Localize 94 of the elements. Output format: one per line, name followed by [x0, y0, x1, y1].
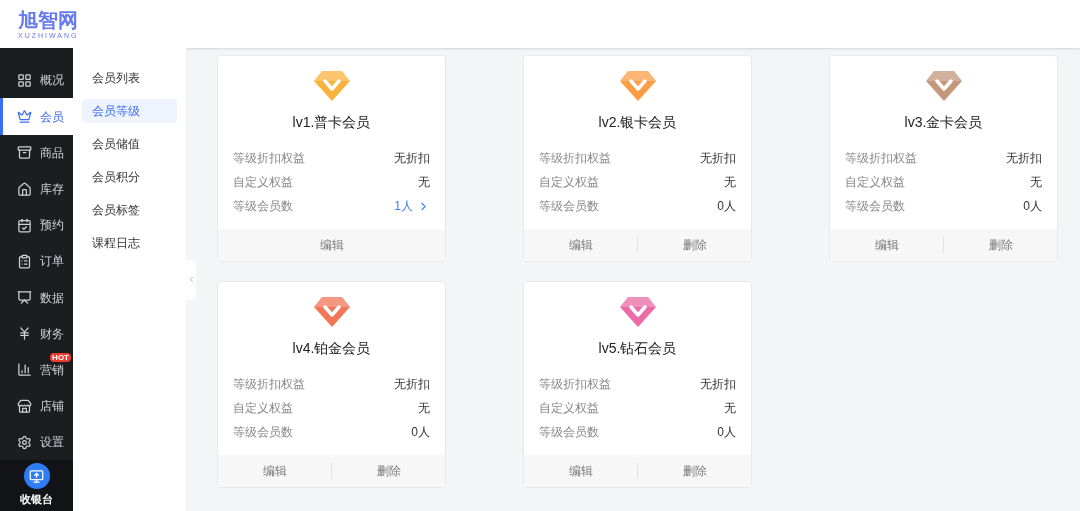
card-action-button[interactable]: 编辑 — [218, 229, 445, 261]
sidebar-label: 店铺 — [40, 398, 64, 416]
row-label: 等级会员数 — [845, 198, 905, 215]
card-action-button[interactable]: 删除 — [944, 229, 1057, 261]
row-label: 等级会员数 — [233, 424, 293, 441]
cashier-label: 收银台 — [20, 492, 53, 508]
member-count-link[interactable]: 1人 — [394, 197, 430, 215]
submenu-item[interactable]: 会员积分 — [82, 165, 177, 189]
sidebar-label: 财务 — [40, 325, 64, 343]
row-value: 0人 — [1023, 198, 1042, 215]
submenu-item[interactable]: 会员等级 — [82, 99, 177, 123]
calendar-icon — [17, 217, 32, 233]
house-icon — [17, 181, 32, 197]
row-label: 等级会员数 — [539, 198, 599, 215]
row-label: 等级会员数 — [233, 198, 293, 215]
submenu-item[interactable]: 会员列表 — [82, 66, 177, 90]
sidebar-item[interactable]: 设置 — [0, 424, 73, 461]
crown-icon — [17, 109, 32, 124]
clipboard-icon — [17, 253, 32, 269]
sidebar-label: 预约 — [40, 217, 64, 235]
submenu-item[interactable]: 会员储值 — [82, 132, 177, 156]
card-action-button[interactable]: 编辑 — [524, 229, 637, 261]
sidebar-label: 设置 — [40, 434, 64, 452]
row-label: 等级折扣权益 — [233, 150, 305, 167]
chart-icon — [17, 362, 32, 378]
row-label: 自定义权益 — [539, 174, 599, 191]
sidebar-item[interactable]: 数据 — [0, 279, 73, 316]
row-value: 无 — [418, 400, 430, 417]
card-action-button[interactable]: 编辑 — [830, 229, 943, 261]
row-label: 等级折扣权益 — [539, 150, 611, 167]
sidebar-item[interactable]: HOT 营销 — [0, 351, 73, 389]
gem-icon — [618, 70, 657, 102]
row-value: 无 — [418, 174, 430, 191]
row-value: 无 — [724, 174, 736, 191]
card-action-button[interactable]: 删除 — [638, 455, 751, 487]
sidebar-item[interactable]: 概况 — [0, 62, 73, 99]
row-label: 等级折扣权益 — [233, 376, 305, 393]
sidebar-label: 营销 — [40, 361, 64, 379]
sidebar-label: 库存 — [40, 181, 64, 199]
row-value: 无 — [724, 400, 736, 417]
sidebar-item[interactable]: 店铺 — [0, 388, 73, 425]
row-label: 自定义权益 — [845, 174, 905, 191]
level-title: lv4.铂金会员 — [292, 339, 371, 358]
row-value: 无折扣 — [700, 150, 736, 167]
gem-icon — [312, 70, 351, 102]
monitor-icon — [17, 290, 32, 306]
gem-icon — [618, 296, 657, 328]
row-value: 无折扣 — [700, 376, 736, 393]
store-icon — [17, 398, 32, 414]
sidebar-item[interactable]: 财务 — [0, 315, 73, 352]
level-title: lv1.普卡会员 — [292, 113, 371, 132]
sidebar-label: 概况 — [40, 72, 64, 90]
settings-icon — [17, 434, 32, 450]
sidebar-item[interactable]: 库存 — [0, 171, 73, 208]
row-value: 无折扣 — [1006, 150, 1042, 167]
sidebar-label: 商品 — [40, 144, 64, 162]
collapse-handle[interactable] — [186, 259, 196, 300]
hot-badge: HOT — [50, 352, 71, 362]
gem-icon — [924, 70, 963, 102]
row-value: 无折扣 — [394, 150, 430, 167]
row-value: 无 — [1030, 174, 1042, 191]
sidebar-label: 订单 — [40, 253, 64, 271]
level-title: lv5.钻石会员 — [598, 339, 677, 358]
row-label: 等级折扣权益 — [845, 150, 917, 167]
card-action-button[interactable]: 删除 — [638, 229, 751, 261]
sidebar-item[interactable]: 预约 — [0, 207, 73, 244]
submenu-item[interactable]: 会员标签 — [82, 198, 177, 222]
card-action-button[interactable]: 删除 — [332, 455, 445, 487]
sidebar-label: 数据 — [40, 289, 64, 307]
row-value: 0人 — [411, 424, 430, 441]
submenu-item[interactable]: 课程日志 — [82, 231, 177, 255]
yen-icon — [17, 326, 32, 342]
card-action-button[interactable]: 编辑 — [524, 455, 637, 487]
grid-icon — [17, 72, 32, 88]
sidebar-item[interactable]: 商品 — [0, 134, 73, 171]
gem-icon — [312, 296, 351, 328]
cashier-panel[interactable]: 收银台 — [0, 460, 73, 511]
sidebar-label: 会员 — [40, 108, 64, 126]
row-value: 0人 — [717, 198, 736, 215]
level-title: lv2.银卡会员 — [598, 113, 677, 132]
sidebar-item[interactable]: 会员 — [0, 98, 73, 135]
row-label: 自定义权益 — [233, 400, 293, 417]
monitor-icon — [29, 468, 44, 484]
row-label: 等级折扣权益 — [539, 376, 611, 393]
row-label: 自定义权益 — [539, 400, 599, 417]
row-value: 0人 — [717, 424, 736, 441]
row-label: 等级会员数 — [539, 424, 599, 441]
level-title: lv3.金卡会员 — [904, 113, 983, 132]
row-label: 自定义权益 — [233, 174, 293, 191]
row-value: 无折扣 — [394, 376, 430, 393]
sidebar-item[interactable]: 订单 — [0, 243, 73, 280]
cashier-button[interactable] — [23, 463, 50, 490]
card-action-button[interactable]: 编辑 — [218, 455, 331, 487]
box-icon — [17, 145, 32, 161]
